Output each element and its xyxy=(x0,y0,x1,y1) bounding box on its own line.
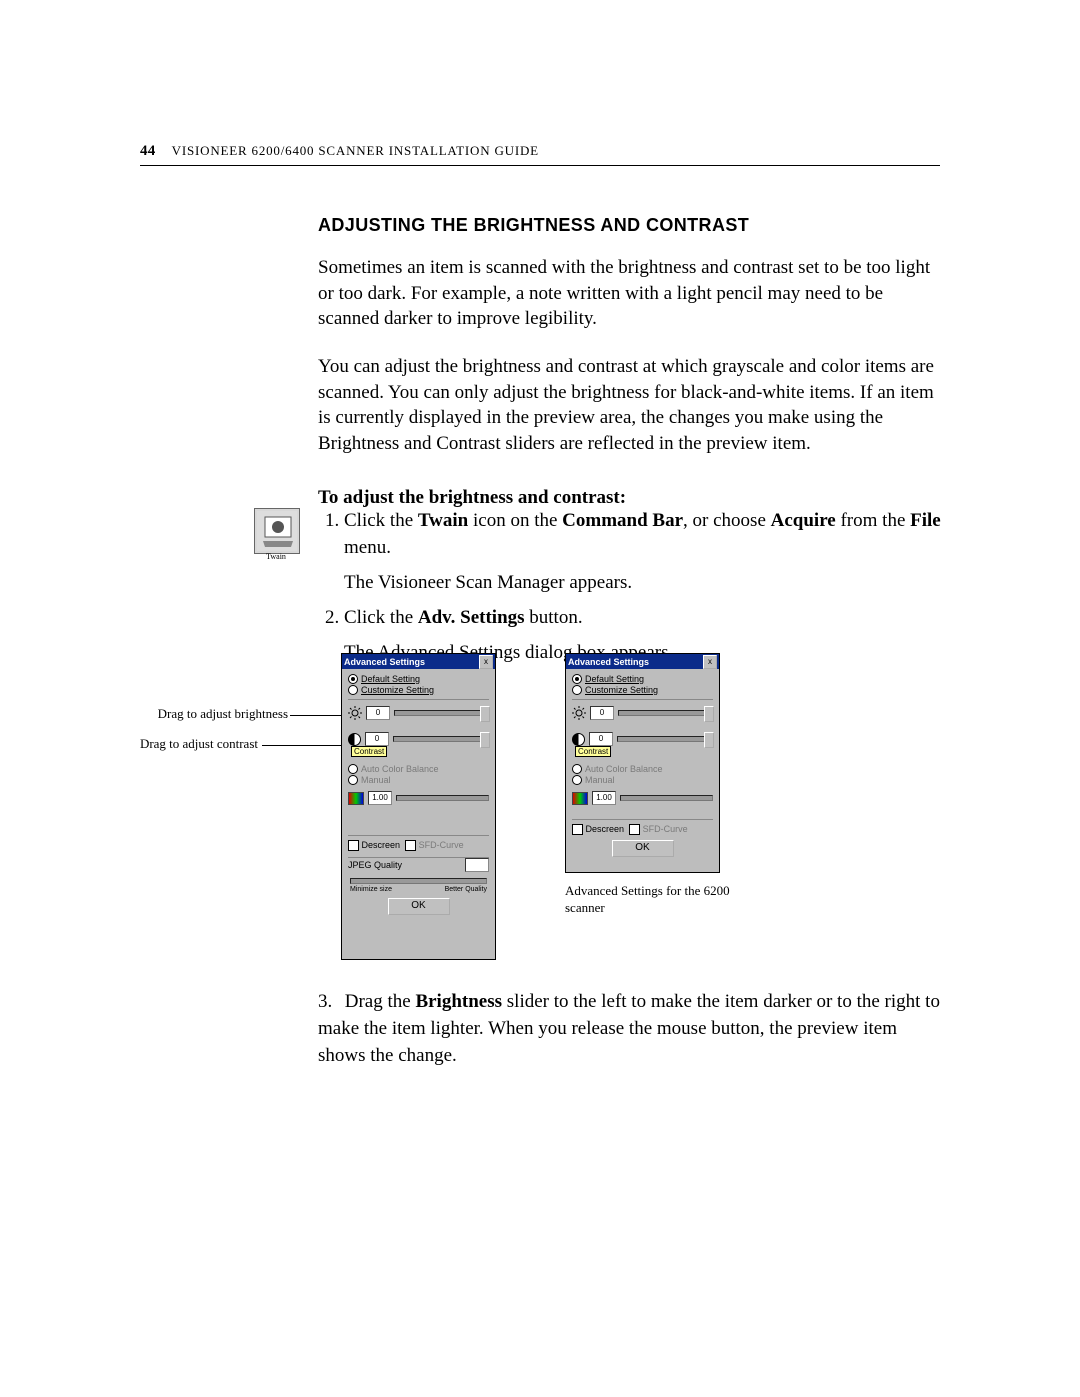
dialog-titlebar[interactable]: Advanced Settings x xyxy=(342,654,495,669)
radio-manual: Manual xyxy=(572,775,713,785)
page-number: 44 xyxy=(140,143,156,159)
document-page: 44 Visioneer 6200/6400 Scanner Installat… xyxy=(0,0,1080,1397)
ok-button[interactable]: OK xyxy=(612,840,674,857)
contrast-value: 0 xyxy=(589,732,613,746)
brightness-slider[interactable]: 0 xyxy=(348,706,489,720)
contrast-slider[interactable]: 0 Contrast xyxy=(348,732,489,746)
step-1: Click the Twain icon on the Command Bar,… xyxy=(344,508,969,597)
color-bar-icon xyxy=(572,792,588,805)
contrast-icon xyxy=(572,733,585,746)
header-rule xyxy=(140,165,940,166)
sfd-checkbox xyxy=(405,840,416,851)
color-slider[interactable]: 1.00 xyxy=(572,791,713,805)
dialog-title: Advanced Settings xyxy=(344,657,425,667)
color-bar-icon xyxy=(348,792,364,805)
sfd-checkbox xyxy=(629,824,640,835)
twain-icon-label: Twain xyxy=(254,552,298,561)
brightness-icon xyxy=(348,706,362,720)
slider-thumb[interactable] xyxy=(704,706,714,722)
radio-customize-setting[interactable]: Customize Setting xyxy=(348,685,489,695)
descreen-checkbox[interactable] xyxy=(348,840,359,851)
contrast-track[interactable] xyxy=(617,736,713,742)
brightness-track[interactable] xyxy=(618,710,713,716)
contrast-track[interactable] xyxy=(393,736,489,742)
color-track[interactable] xyxy=(620,795,713,801)
contrast-tooltip: Contrast xyxy=(575,746,611,757)
radio-manual: Manual xyxy=(348,775,489,785)
brightness-value: 0 xyxy=(590,706,614,720)
step-list: Click the Twain icon on the Command Bar,… xyxy=(318,508,969,671)
callout-brightness: Drag to adjust brightness xyxy=(58,706,288,722)
contrast-icon xyxy=(348,733,361,746)
step-3: 3. Drag the Brightness slider to the lef… xyxy=(318,989,943,1070)
close-icon[interactable]: x xyxy=(479,655,493,669)
slider-thumb[interactable] xyxy=(480,732,490,748)
advanced-settings-dialog-6200: Advanced Settings x Default Setting Cust… xyxy=(565,653,720,873)
descreen-checkbox[interactable] xyxy=(572,824,583,835)
color-track[interactable] xyxy=(396,795,489,801)
jpeg-quality-group: JPEG Quality Minimize sizeBetter Quality xyxy=(348,857,489,893)
section-heading: Adjusting the Brightness and Contrast xyxy=(318,215,749,236)
page-header: 44 Visioneer 6200/6400 Scanner Installat… xyxy=(140,143,539,160)
step-1-result: The Visioneer Scan Manager appears. xyxy=(344,570,969,597)
doc-title: Visioneer 6200/6400 Scanner Installation… xyxy=(172,143,539,158)
radio-auto-color: Auto Color Balance xyxy=(348,764,489,774)
close-icon[interactable]: x xyxy=(703,655,717,669)
contrast-slider[interactable]: 0 Contrast xyxy=(572,732,713,746)
radio-auto-color: Auto Color Balance xyxy=(572,764,713,774)
contrast-tooltip: Contrast xyxy=(351,746,387,757)
jpeg-quality-label: JPEG Quality xyxy=(348,860,402,870)
radio-default-setting[interactable]: Default Setting xyxy=(572,674,713,684)
dialog-title: Advanced Settings xyxy=(568,657,649,667)
dialog-titlebar[interactable]: Advanced Settings x xyxy=(566,654,719,669)
brightness-value: 0 xyxy=(366,706,390,720)
instruction-heading: To adjust the brightness and contrast: xyxy=(318,485,938,511)
color-value: 1.00 xyxy=(592,791,616,805)
callout-contrast: Drag to adjust contrast xyxy=(58,736,258,752)
brightness-track[interactable] xyxy=(394,710,489,716)
twain-icon xyxy=(254,508,300,554)
descreen-row: Descreen SFD-Curve xyxy=(348,840,489,851)
advanced-settings-dialog-6400: Advanced Settings x Default Setting Cust… xyxy=(341,653,496,960)
color-slider[interactable]: 1.00 xyxy=(348,791,489,805)
brightness-icon xyxy=(572,706,586,720)
intro-paragraph-2: You can adjust the brightness and contra… xyxy=(318,354,943,457)
brightness-slider[interactable]: 0 xyxy=(572,706,713,720)
contrast-value: 0 xyxy=(365,732,389,746)
jpeg-value xyxy=(465,858,489,872)
intro-paragraph-1: Sometimes an item is scanned with the br… xyxy=(318,255,938,332)
radio-default-setting[interactable]: Default Setting xyxy=(348,674,489,684)
ok-button[interactable]: OK xyxy=(388,898,450,915)
dialog-caption: Advanced Settings for the 6200 scanner xyxy=(565,883,735,917)
jpeg-slider[interactable] xyxy=(350,878,487,884)
radio-customize-setting[interactable]: Customize Setting xyxy=(572,685,713,695)
slider-thumb[interactable] xyxy=(704,732,714,748)
descreen-row: Descreen SFD-Curve xyxy=(572,824,713,835)
slider-thumb[interactable] xyxy=(480,706,490,722)
color-value: 1.00 xyxy=(368,791,392,805)
